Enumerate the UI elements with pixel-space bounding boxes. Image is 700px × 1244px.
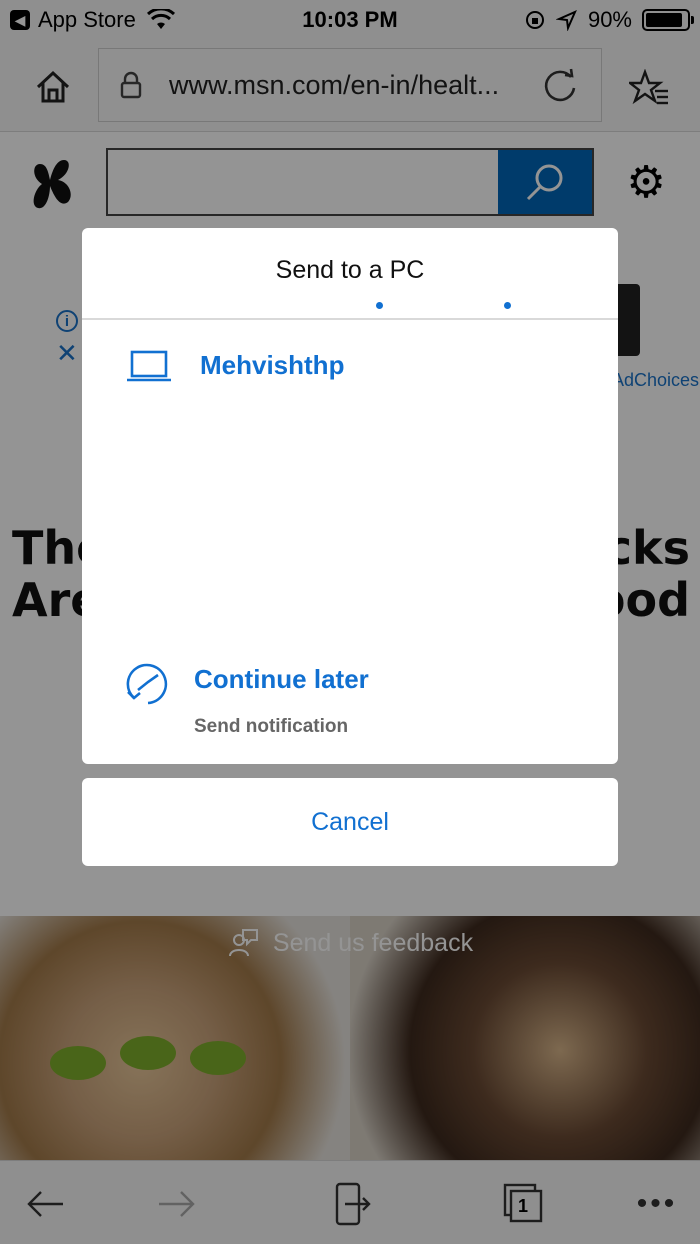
continue-later-clock-icon[interactable]	[124, 660, 172, 708]
send-to-pc-sheet: Send to a PC Mehvishthp Continue later S…	[82, 228, 618, 764]
loading-dot	[504, 302, 511, 309]
sheet-title: Send to a PC	[275, 256, 425, 284]
device-mehvishthp[interactable]: Mehvishthp	[200, 350, 344, 381]
loading-dot	[376, 302, 383, 309]
cancel-button[interactable]: Cancel	[82, 778, 618, 866]
divider	[82, 318, 618, 320]
continue-later-option[interactable]: Continue later	[194, 664, 369, 695]
laptop-icon[interactable]	[126, 348, 172, 384]
continue-later-subtitle: Send notification	[194, 716, 349, 737]
